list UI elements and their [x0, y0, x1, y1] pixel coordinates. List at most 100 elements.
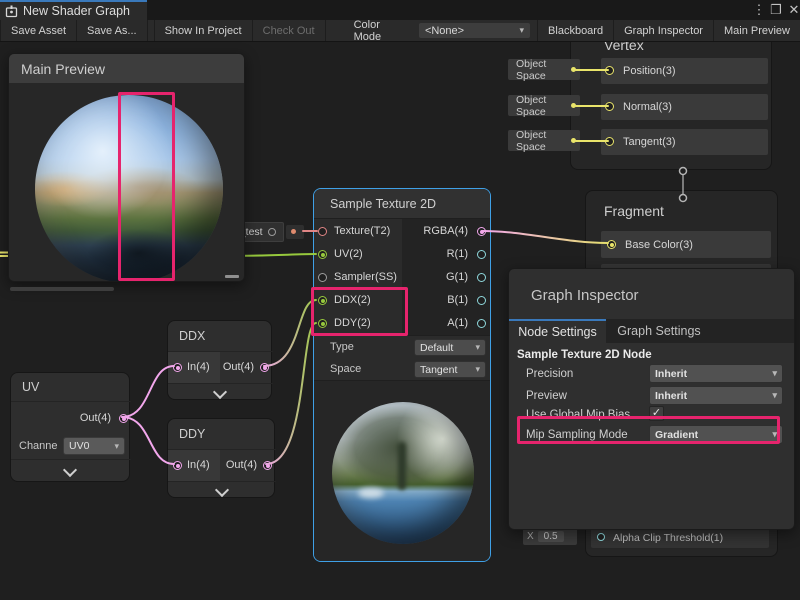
blackboard-label: Blackboard	[548, 25, 603, 37]
ddy-in-label: In(4)	[187, 459, 210, 471]
ddx-node-title: DDX	[179, 329, 205, 343]
mip-mode-value: Gradient	[655, 429, 698, 441]
vertex-tangent-row[interactable]: Tangent(3)	[601, 129, 768, 155]
check-out-label: Check Out	[263, 25, 315, 37]
uv-out-port[interactable]	[119, 414, 128, 423]
preview-dropdown[interactable]: Inherit ▾	[649, 386, 783, 405]
show-in-project-button[interactable]: Show In Project	[154, 20, 253, 41]
type-label: Type	[330, 341, 354, 353]
position-input-port[interactable]	[605, 66, 614, 75]
a-output-port[interactable]	[477, 319, 486, 328]
uv-node-title: UV	[22, 380, 39, 394]
chevron-down-icon: ▾	[772, 390, 777, 401]
g-test-port-dot	[291, 229, 296, 234]
ddy-in-port[interactable]	[173, 461, 182, 470]
tab-graph-settings[interactable]: Graph Settings	[606, 319, 712, 343]
uv-collapse-footer[interactable]	[11, 459, 131, 483]
save-as-button[interactable]: Save As...	[77, 20, 148, 41]
close-icon[interactable]: ✕	[786, 2, 800, 18]
ddy-input-label: DDY(2)	[334, 317, 371, 329]
ddy-node[interactable]: DDY In(4) Out(4)	[167, 418, 275, 498]
texture-input-port[interactable]	[318, 227, 327, 236]
panel-resize-grip[interactable]	[225, 275, 239, 278]
uv-channel-row: Channe UV0 ▾	[11, 435, 131, 459]
ddx-node[interactable]: DDX In(4) Out(4)	[167, 320, 272, 400]
object-space-chip[interactable]: Object Space	[508, 130, 580, 151]
vertex-node[interactable]: Vertex Position(3) Normal(3) Tangent(3)	[570, 30, 772, 170]
uv-input-port[interactable]	[318, 250, 327, 259]
ddx-collapse-footer[interactable]	[168, 383, 273, 401]
sample-node-title: Sample Texture 2D	[330, 197, 436, 211]
mip-mode-label: Mip Sampling Mode	[526, 429, 628, 441]
exposed-property-icon	[268, 228, 276, 236]
ddx-out-port[interactable]	[260, 363, 269, 372]
horizontal-scrollbar[interactable]	[10, 287, 114, 291]
uv-out-label: Out(4)	[80, 412, 111, 424]
main-preview-toggle-button[interactable]: Main Preview	[714, 20, 800, 41]
object-space-chip[interactable]: Object Space	[508, 59, 580, 80]
check-icon: ✓	[652, 407, 661, 419]
blackboard-toggle-button[interactable]: Blackboard	[537, 20, 614, 41]
tangent-input-port[interactable]	[605, 137, 614, 146]
kebab-menu-icon[interactable]: ⋮	[751, 2, 767, 18]
rgba-output-label: RGBA(4)	[423, 225, 468, 237]
alpha-clip-row[interactable]: Alpha Clip Threshold(1)	[591, 528, 769, 548]
vertex-port-label: Position(3)	[623, 65, 676, 77]
maximize-icon[interactable]: ❐	[768, 2, 784, 18]
ddx-port-row: In(4) Out(4)	[168, 351, 273, 383]
uv-node[interactable]: UV Out(4) Channe UV0 ▾	[10, 372, 130, 482]
object-space-chip[interactable]: Object Space	[508, 95, 580, 116]
ddx-out-label: Out(4)	[223, 361, 254, 373]
shader-graph-window: Vertex Position(3) Normal(3) Tangent(3) …	[0, 0, 800, 600]
b-output-port[interactable]	[477, 296, 486, 305]
mip-bias-checkbox[interactable]: ✓	[649, 406, 664, 421]
g-output-port[interactable]	[477, 273, 486, 282]
precision-value: Inherit	[655, 368, 687, 380]
ddy-collapse-footer[interactable]	[168, 481, 276, 499]
check-out-button[interactable]: Check Out	[253, 20, 326, 41]
base-color-row[interactable]: Base Color(3)	[601, 231, 771, 258]
channel-dropdown[interactable]: UV0 ▾	[63, 437, 125, 455]
sample-texture-2d-node[interactable]: Sample Texture 2D Texture(T2) UV(2) Samp…	[313, 188, 491, 562]
type-dropdown[interactable]: Default ▾	[414, 339, 486, 356]
node-preview-area	[314, 381, 491, 562]
ddy-out-label: Out(4)	[226, 459, 257, 471]
chevron-down-icon: ▾	[520, 25, 525, 36]
rgba-output-port[interactable]	[477, 227, 486, 236]
graph-inspector-panel[interactable]: Graph Inspector Node Settings Graph Sett…	[508, 268, 795, 530]
ddx-in-label: In(4)	[187, 361, 210, 373]
tab-node-settings[interactable]: Node Settings	[509, 319, 606, 343]
document-tab[interactable]: New Shader Graph	[0, 0, 147, 20]
main-preview-panel[interactable]: Main Preview	[8, 53, 245, 282]
space-chip-dot	[571, 67, 576, 72]
space-chip-dot	[571, 138, 576, 143]
vertex-position-row[interactable]: Position(3)	[601, 58, 768, 84]
ddy-out-port[interactable]	[263, 461, 272, 470]
color-mode-dropdown[interactable]: <None> ▾	[418, 22, 531, 39]
axis-label: X	[527, 531, 534, 542]
graph-inspector-toggle-button[interactable]: Graph Inspector	[614, 20, 714, 41]
alpha-clip-input-port[interactable]	[597, 533, 605, 541]
main-preview-header[interactable]: Main Preview	[9, 54, 244, 83]
ddy-input-port[interactable]	[318, 319, 327, 328]
tree-trunk	[398, 442, 406, 490]
ddx-in-port[interactable]	[173, 363, 182, 372]
axis-value: 0.5	[538, 531, 564, 542]
shader-graph-icon	[5, 5, 18, 18]
vertex-normal-row[interactable]: Normal(3)	[601, 94, 768, 120]
channel-value: UV0	[69, 440, 89, 452]
ddy-port-row: In(4) Out(4)	[168, 449, 276, 481]
r-output-port[interactable]	[477, 250, 486, 259]
precision-dropdown[interactable]: Inherit ▾	[649, 364, 783, 383]
sampler-input-port[interactable]	[318, 273, 327, 282]
normal-input-port[interactable]	[605, 102, 614, 111]
ddx-input-port[interactable]	[318, 296, 327, 305]
save-asset-button[interactable]: Save Asset	[0, 20, 77, 41]
preview-value: Inherit	[655, 390, 687, 402]
base-color-input-port[interactable]	[607, 240, 616, 249]
g-test-port-stub[interactable]	[286, 225, 304, 239]
mip-mode-dropdown[interactable]: Gradient ▾	[649, 425, 783, 444]
precision-label: Precision	[526, 368, 573, 380]
space-dropdown[interactable]: Tangent ▾	[414, 361, 486, 378]
main-preview-sphere	[35, 95, 223, 282]
